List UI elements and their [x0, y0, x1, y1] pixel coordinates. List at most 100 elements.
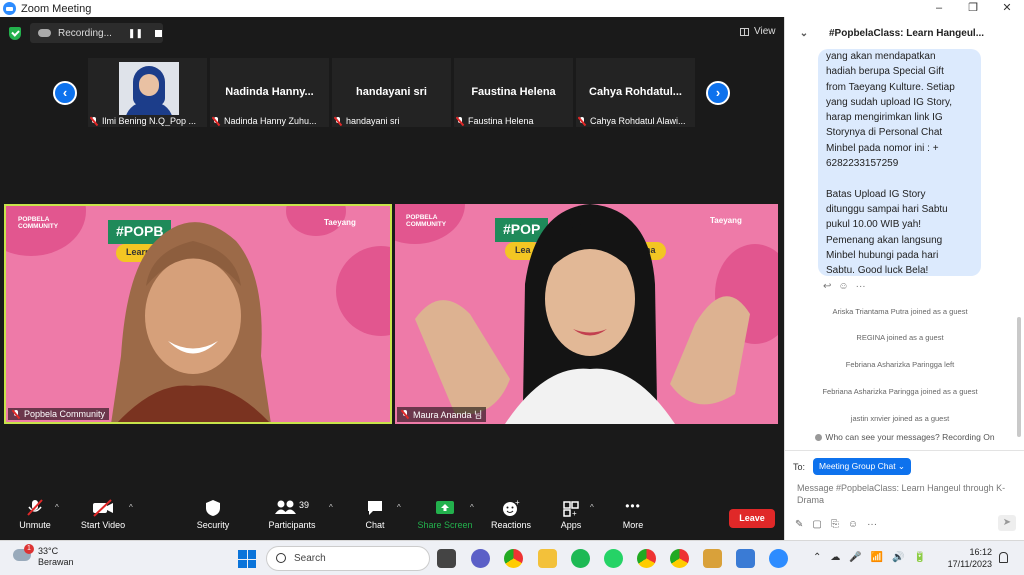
microphone-icon[interactable]: 🎤 — [849, 552, 861, 563]
zoom-app-icon[interactable] — [769, 549, 788, 568]
security-button[interactable]: Security — [178, 499, 248, 530]
participants-icon: 39 — [257, 499, 327, 517]
screenshot-icon[interactable]: ▢ — [812, 519, 821, 530]
file-explorer-icon[interactable] — [538, 549, 557, 568]
emoji-icon[interactable]: ☺ — [848, 519, 858, 530]
notification-bell-icon[interactable] — [999, 552, 1008, 563]
clock[interactable]: 16:12 17/11/2023 — [944, 546, 992, 570]
search-icon — [276, 553, 286, 563]
mic-muted-icon — [212, 116, 220, 126]
participants-options-caret[interactable]: ^ — [329, 503, 333, 512]
task-view-icon[interactable] — [437, 549, 456, 568]
participant-thumb[interactable]: Nadinda Hanny... Nadinda Hanny Zuhu... — [210, 58, 329, 127]
participant-display-name: Nadinda Hanny... — [225, 86, 314, 98]
start-video-button[interactable]: Start Video — [68, 499, 138, 530]
chat-scrollbar[interactable] — [1017, 317, 1021, 437]
system-message: Ariska Triantama Putra joined as a guest — [832, 307, 968, 316]
message-more-icon[interactable]: ··· — [856, 281, 866, 292]
participant-label: Cahya Rohdatul Alawi... — [590, 116, 686, 126]
recording-label: Recording... — [58, 27, 112, 39]
wifi-icon[interactable]: 📶 — [871, 552, 883, 563]
prev-page-button[interactable]: ‹ — [53, 81, 77, 105]
chat-panel: ⌄ #PopbelaClass: Learn Hangeul... yang a… — [784, 17, 1024, 540]
share-options-caret[interactable]: ^ — [470, 503, 474, 512]
chrome-profile-2-icon[interactable] — [670, 549, 689, 568]
unmute-button[interactable]: Unmute — [0, 499, 70, 530]
chrome-profile-icon[interactable] — [637, 549, 656, 568]
participants-count: 39 — [299, 500, 309, 510]
meeting-toolbar: Unmute ^ Start Video ^ Security 39 Parti… — [0, 493, 784, 540]
share-screen-label: Share Screen — [417, 520, 473, 530]
media-player-icon[interactable] — [703, 549, 722, 568]
chat-message-bubble: yang akan mendapatkan hadiah berupa Spec… — [818, 49, 981, 276]
leave-button[interactable]: Leave — [729, 509, 775, 528]
participant-display-name: handayani sri — [356, 86, 427, 98]
more-label: More — [622, 520, 644, 530]
participant-thumb[interactable]: Faustina Helena Faustina Helena — [454, 58, 573, 127]
tray-overflow-icon[interactable]: ⌃ — [813, 552, 821, 563]
close-button[interactable]: ✕ — [990, 0, 1024, 17]
weather-widget[interactable]: 1 33°C Berawan — [13, 544, 74, 568]
tile-name: Popbela Community — [24, 409, 106, 419]
react-icon[interactable]: ☺ — [838, 281, 848, 292]
participant-thumb[interactable]: Ilmi Bening N.Q_Pop ... — [88, 58, 207, 127]
more-button[interactable]: ••• More — [598, 499, 668, 530]
person-icon — [815, 434, 823, 441]
format-icon[interactable]: ✎ — [795, 519, 803, 530]
chrome-icon[interactable] — [504, 549, 523, 568]
send-button[interactable]: ➤ — [998, 515, 1016, 531]
speaker-video — [111, 222, 271, 422]
taskbar-search[interactable]: Search — [266, 546, 430, 571]
chat-options-caret[interactable]: ^ — [397, 503, 401, 512]
teams-icon[interactable] — [471, 549, 490, 568]
apps-button[interactable]: + Apps — [536, 499, 606, 530]
participant-thumb[interactable]: Cahya Rohdatul... Cahya Rohdatul Alawi..… — [576, 58, 695, 127]
whatsapp-icon[interactable] — [604, 549, 623, 568]
reply-icon[interactable]: ↩ — [823, 281, 831, 292]
battery-icon[interactable]: 🔋 — [914, 552, 926, 563]
onedrive-icon[interactable]: ☁ — [830, 552, 840, 563]
system-message: Febriana Asharizka Paringga left — [845, 360, 955, 369]
chat-title: #PopbelaClass: Learn Hangeul... — [829, 27, 985, 39]
encryption-shield-icon[interactable] — [9, 27, 21, 40]
recipient-dropdown[interactable]: Meeting Group Chat ⌄ — [813, 458, 912, 475]
message-input[interactable]: Message #PopbelaClass: Learn Hangeul thr… — [797, 482, 1015, 506]
weather-desc: Berawan — [38, 557, 74, 567]
tile-name: Maura Ananda 님 — [413, 410, 483, 420]
volume-icon[interactable]: 🔊 — [892, 552, 904, 563]
participant-thumb[interactable]: handayani sri handayani sri — [332, 58, 451, 127]
system-message: Febriana Asharizka Paringga joined as a … — [822, 387, 978, 396]
audio-options-caret[interactable]: ^ — [55, 503, 59, 512]
minimize-button[interactable]: – — [922, 0, 956, 17]
video-tile[interactable]: POPBELA COMMUNITY Taeyang #POP Lea na Ma… — [395, 204, 778, 424]
view-button[interactable]: View — [740, 26, 776, 37]
to-label: To: — [793, 461, 806, 472]
next-page-button[interactable]: › — [706, 81, 730, 105]
start-button[interactable] — [238, 550, 256, 568]
video-options-caret[interactable]: ^ — [129, 503, 133, 512]
photos-icon[interactable] — [736, 549, 755, 568]
message-actions: ↩ ☺ ··· — [823, 281, 866, 292]
participants-button[interactable]: 39 Participants — [257, 499, 327, 530]
shield-icon — [178, 499, 248, 517]
stop-recording-button[interactable] — [155, 29, 163, 37]
spotify-icon[interactable] — [571, 549, 590, 568]
mic-muted-icon — [578, 116, 586, 126]
privacy-notice[interactable]: Who can see your messages? Recording On — [785, 432, 1024, 446]
mic-muted-icon — [401, 410, 409, 419]
pause-recording-button[interactable]: ❚❚ — [128, 28, 143, 39]
participant-display-name: Cahya Rohdatul... — [589, 86, 682, 98]
maximize-button[interactable]: ❐ — [956, 0, 990, 17]
file-icon[interactable]: ⎘ — [831, 519, 839, 530]
apps-options-caret[interactable]: ^ — [590, 503, 594, 512]
chat-more-icon[interactable]: ··· — [867, 519, 877, 530]
collapse-chevron-icon[interactable]: ⌄ — [797, 28, 811, 39]
video-tile-active-speaker[interactable]: POPBELA COMMUNITY Taeyang #POPB Learn Po… — [4, 204, 392, 424]
chat-tools: ✎ ▢ ⎘ ☺ ··· — [795, 519, 877, 530]
participant-label: Nadinda Hanny Zuhu... — [224, 116, 317, 126]
windows-taskbar: 1 33°C Berawan Search ⌃ ☁ 🎤 📶 🔊 🔋 16:12 … — [0, 540, 1024, 575]
mic-muted-icon — [0, 499, 70, 517]
clock-date: 17/11/2023 — [947, 559, 992, 569]
mic-muted-icon — [90, 116, 98, 126]
apps-icon: + — [536, 499, 606, 518]
